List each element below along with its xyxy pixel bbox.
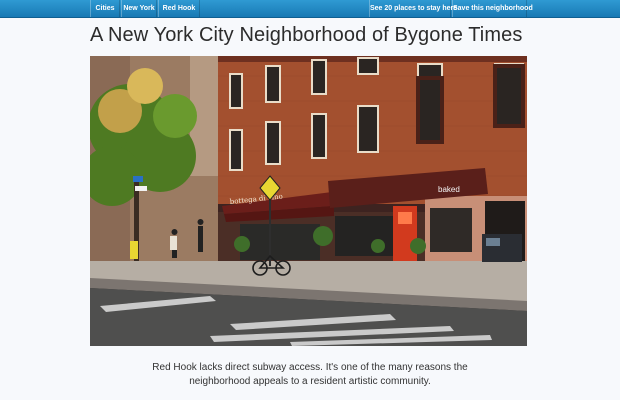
neighborhood-photo: bottega di vino baked: [90, 56, 527, 346]
nav-red-hook-button[interactable]: Red Hook: [158, 0, 200, 17]
caption-line-2: neighborhood appeals to a resident artis…: [189, 376, 431, 387]
save-neighborhood-button[interactable]: Save this neighborhood: [452, 0, 533, 17]
bakery-sign-text: baked: [438, 185, 460, 194]
nav-cities-button[interactable]: Cities: [90, 0, 120, 17]
top-navigation-bar: Cities New York Red Hook See 20 places t…: [0, 0, 620, 18]
nav-new-york-button[interactable]: New York: [121, 0, 157, 17]
caption-line-1: Red Hook lacks direct subway access. It'…: [152, 362, 468, 373]
places-to-stay-button[interactable]: See 20 places to stay here: [369, 0, 457, 17]
photo-caption: Red Hook lacks direct subway access. It'…: [120, 361, 500, 389]
page-title: A New York City Neighborhood of Bygone T…: [90, 24, 523, 46]
